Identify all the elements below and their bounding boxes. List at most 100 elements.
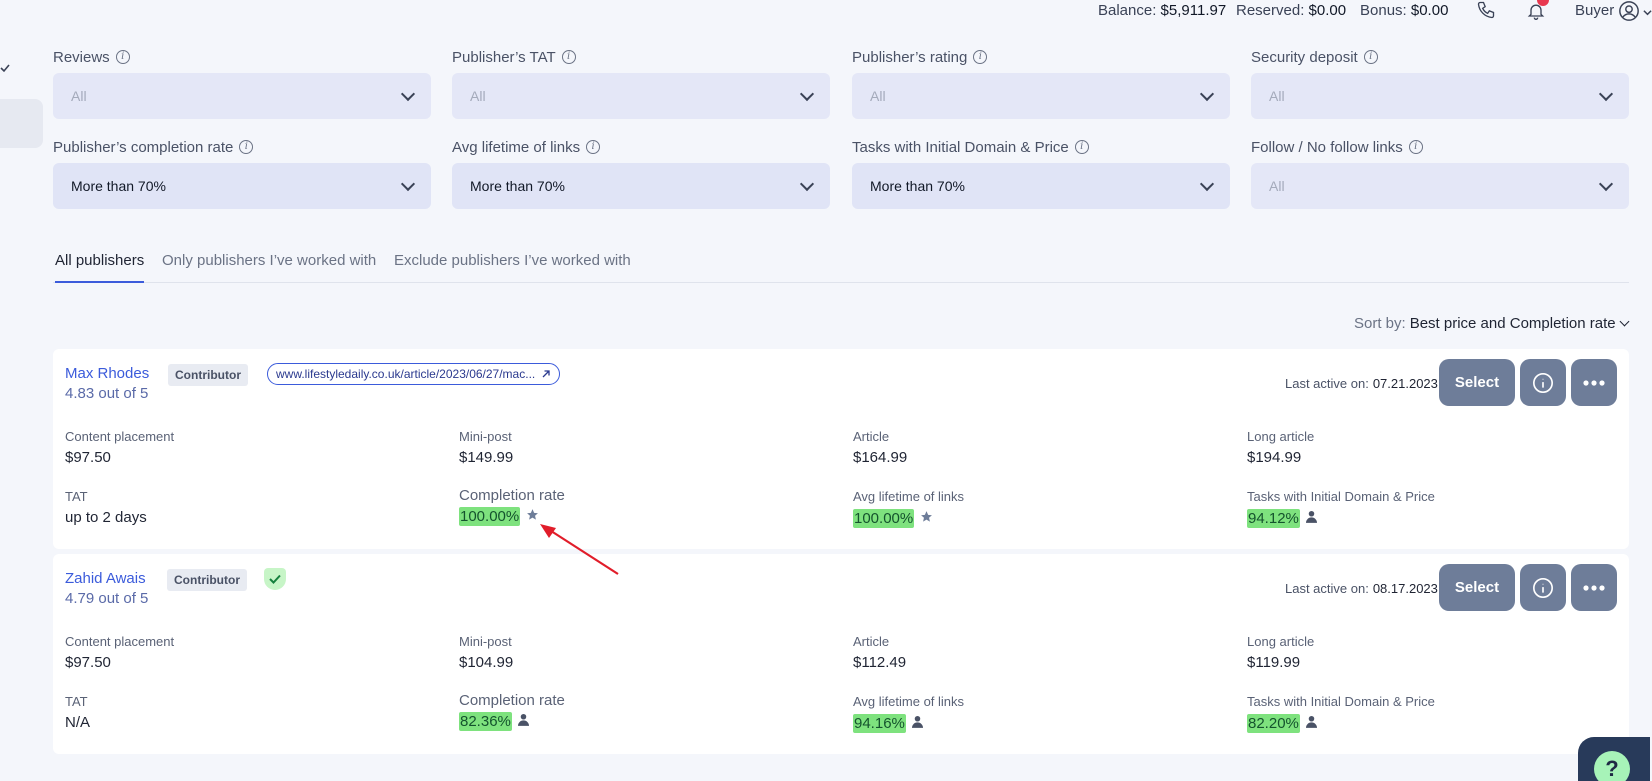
filter-select[interactable]: All xyxy=(1251,163,1629,209)
filter-value: More than 70% xyxy=(71,178,166,194)
help-widget[interactable]: ? xyxy=(1578,737,1650,781)
bonus-value: $0.00 xyxy=(1410,2,1449,19)
balance-value: $5,911.97 xyxy=(1160,2,1227,19)
price-label: Article xyxy=(853,634,890,649)
chevron-down-icon xyxy=(1619,316,1630,327)
filter-select[interactable]: All xyxy=(852,73,1230,119)
publisher-card: Zahid Awais 4.79 out of 5 Contributor La… xyxy=(53,554,1629,754)
select-button[interactable]: Select xyxy=(1439,564,1515,611)
completion-rate: Completion rate 100.00% xyxy=(459,487,565,526)
article: Article $164.99 xyxy=(853,429,907,466)
publisher-name[interactable]: Max Rhodes xyxy=(65,365,149,382)
tab-worked-with[interactable]: Only publishers I’ve worked with xyxy=(162,252,376,283)
more-options-button[interactable] xyxy=(1571,359,1617,406)
chevron-down-icon xyxy=(400,86,416,101)
price-value: $104.99 xyxy=(459,654,514,671)
avg-lifetime: Avg lifetime of links 94.16% xyxy=(853,694,964,733)
info-icon[interactable]: i xyxy=(239,140,254,154)
external-link-icon xyxy=(542,370,550,378)
last-active-label: Last active on: xyxy=(1285,376,1369,391)
sidebar-item[interactable] xyxy=(0,99,43,148)
more-options-button[interactable] xyxy=(1571,564,1617,611)
filter-label: Avg lifetime of links xyxy=(452,138,581,156)
filter-select[interactable]: All xyxy=(1251,73,1629,119)
sort-value: Best price and Completion rate xyxy=(1409,315,1616,332)
info-icon[interactable]: i xyxy=(115,50,130,64)
star-icon xyxy=(526,508,539,525)
filter-value: All xyxy=(470,88,486,104)
last-active-label: Last active on: xyxy=(1285,581,1369,596)
price-value: $194.99 xyxy=(1247,449,1302,466)
metric-label: Completion rate xyxy=(459,692,565,709)
tat-label: TAT xyxy=(65,694,88,709)
user-avatar-icon[interactable] xyxy=(1618,0,1640,27)
verified-shield-icon xyxy=(264,568,286,590)
filter-label: Publisher’s TAT xyxy=(452,48,556,66)
star-icon xyxy=(920,510,933,527)
tab-exclude-worked-with[interactable]: Exclude publishers I’ve worked with xyxy=(394,252,631,283)
price-label: Mini-post xyxy=(459,429,512,444)
filter-select[interactable]: More than 70% xyxy=(53,163,431,209)
info-icon[interactable]: i xyxy=(561,50,576,64)
metric-value: 94.16% xyxy=(853,714,906,733)
chevron-down-icon[interactable] xyxy=(1643,4,1652,22)
filter-select[interactable]: More than 70% xyxy=(452,163,830,209)
tasks-initial-domain: Tasks with Initial Domain & Price 94.12% xyxy=(1247,489,1435,528)
tat: TAT up to 2 days xyxy=(65,489,147,526)
info-icon[interactable]: i xyxy=(1074,140,1089,154)
filter-label: Tasks with Initial Domain & Price xyxy=(852,138,1069,156)
last-active: Last active on: 07.21.2023 xyxy=(1285,376,1438,391)
metric-value: 100.00% xyxy=(853,509,915,528)
sort-control[interactable]: Sort by: Best price and Completion rate xyxy=(1354,315,1630,332)
filter-select[interactable]: All xyxy=(53,73,431,119)
reserved: Reserved: $0.00 xyxy=(1236,2,1346,19)
price-label: Long article xyxy=(1247,634,1315,649)
content-placement: Content placement $97.50 xyxy=(65,429,174,466)
filter-select[interactable]: More than 70% xyxy=(852,163,1230,209)
info-icon[interactable]: i xyxy=(1408,140,1423,154)
help-icon[interactable]: ? xyxy=(1594,751,1630,781)
info-icon[interactable]: i xyxy=(1363,50,1378,64)
balance-label: Balance: xyxy=(1098,2,1157,19)
info-button[interactable] xyxy=(1520,359,1566,406)
price-label: Long article xyxy=(1247,429,1315,444)
article-url-link[interactable]: www.lifestyledaily.co.uk/article/2023/06… xyxy=(267,363,561,385)
reserved-value: $0.00 xyxy=(1308,2,1347,19)
contributor-badge: Contributor xyxy=(168,364,248,386)
filter-label: Reviews xyxy=(53,48,110,66)
tat-label: TAT xyxy=(65,489,88,504)
price-value: $164.99 xyxy=(853,449,908,466)
filter-reviews: Reviews i All xyxy=(53,47,431,119)
price-label: Mini-post xyxy=(459,634,512,649)
phone-icon[interactable] xyxy=(1476,0,1496,25)
tab-all-publishers[interactable]: All publishers xyxy=(55,252,145,283)
checkmark-icon xyxy=(0,60,10,76)
metric-value: 94.12% xyxy=(1247,509,1300,528)
chevron-down-icon xyxy=(799,176,815,191)
info-icon[interactable]: i xyxy=(586,140,601,154)
chevron-down-icon xyxy=(1598,176,1614,191)
price-value: $97.50 xyxy=(65,449,111,466)
chevron-down-icon xyxy=(799,86,815,101)
chevron-down-icon xyxy=(1199,86,1215,101)
chevron-down-icon xyxy=(400,176,416,191)
filter-label: Publisher’s rating xyxy=(852,48,968,66)
person-icon xyxy=(1305,715,1317,732)
publisher-rating: 4.83 out of 5 xyxy=(65,385,149,402)
person-icon xyxy=(911,715,923,732)
price-value: $97.50 xyxy=(65,654,111,671)
select-button[interactable]: Select xyxy=(1439,359,1515,406)
price-value: $149.99 xyxy=(459,449,514,466)
long-article: Long article $194.99 xyxy=(1247,429,1314,466)
role-label[interactable]: Buyer xyxy=(1575,2,1614,19)
info-icon[interactable]: i xyxy=(973,50,988,64)
price-label: Content placement xyxy=(65,634,175,649)
publisher-tabs: All publishers Only publishers I’ve work… xyxy=(53,252,1629,283)
metric-value: 82.20% xyxy=(1247,714,1300,733)
info-button[interactable] xyxy=(1520,564,1566,611)
tat-value: up to 2 days xyxy=(65,509,147,526)
filter-publisher-rating: Publisher’s rating i All xyxy=(852,47,1230,119)
filter-select[interactable]: All xyxy=(452,73,830,119)
publisher-name[interactable]: Zahid Awais xyxy=(65,570,146,587)
filter-completion-rate: Publisher’s completion rate i More than 7… xyxy=(53,137,431,209)
